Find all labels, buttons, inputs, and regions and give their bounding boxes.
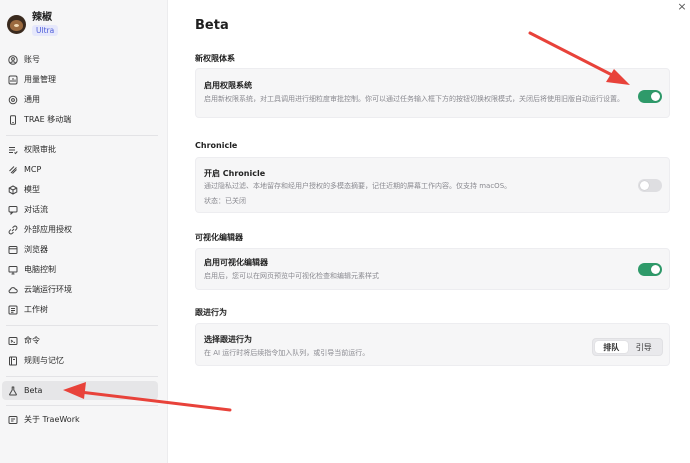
usage-icon bbox=[8, 75, 18, 85]
avatar bbox=[7, 14, 26, 34]
option-steer[interactable]: 引导 bbox=[628, 341, 661, 353]
sidebar-item-label: 命令 bbox=[24, 336, 40, 345]
permission-system-card: 启用权限系统 启用新权限系统，对工具调用进行细粒度审批控制。你可以通过任务输入框… bbox=[195, 68, 670, 118]
flask-icon bbox=[8, 386, 18, 396]
follow-up-segmented-control[interactable]: 排队 引导 bbox=[592, 338, 663, 356]
sidebar-item-label: 云端运行环境 bbox=[24, 285, 72, 294]
sidebar-item-computer-control[interactable]: 电脑控制 bbox=[2, 260, 158, 279]
sidebar-item-label: 电脑控制 bbox=[24, 265, 56, 274]
username: 辣椒 bbox=[32, 12, 52, 23]
visual-editor-card: 启用可视化编辑器 启用后，您可以在网页预览中可视化检查和编辑元素样式 bbox=[195, 248, 670, 290]
sidebar-item-label: 账号 bbox=[24, 55, 40, 64]
divider bbox=[6, 135, 158, 136]
section-title: 跟进行为 bbox=[195, 308, 227, 317]
sidebar-item-worktree[interactable]: 工作树 bbox=[2, 300, 158, 319]
monitor-icon bbox=[8, 265, 18, 275]
sidebar-item-label: 通用 bbox=[24, 95, 40, 104]
card-title: 选择跟进行为 bbox=[204, 335, 252, 344]
sidebar-item-permissions[interactable]: 权限审批 bbox=[2, 140, 158, 159]
sidebar-item-beta[interactable]: Beta bbox=[2, 381, 158, 400]
sidebar-item-commands[interactable]: 命令 bbox=[2, 331, 158, 350]
section-title: Chronicle bbox=[195, 141, 238, 150]
sidebar-item-label: 用量管理 bbox=[24, 75, 56, 84]
tree-icon bbox=[8, 305, 18, 315]
sidebar-item-about[interactable]: 关于 TraeWork bbox=[2, 410, 158, 429]
divider bbox=[6, 405, 158, 406]
option-queue[interactable]: 排队 bbox=[595, 341, 628, 353]
gear-icon bbox=[8, 95, 18, 105]
browser-icon bbox=[8, 245, 18, 255]
sidebar-item-mcp[interactable]: MCP bbox=[2, 160, 158, 179]
chronicle-card: 开启 Chronicle 通过隐私过滤、本地留存和经用户授权的多模态摘要，记住近… bbox=[195, 157, 670, 213]
sidebar-item-label: 关于 TraeWork bbox=[24, 415, 80, 424]
sidebar-item-label: Beta bbox=[24, 386, 43, 395]
sidebar-item-account[interactable]: 账号 bbox=[2, 50, 158, 69]
visual-editor-toggle[interactable] bbox=[638, 263, 662, 276]
cloud-icon bbox=[8, 285, 18, 295]
sidebar-item-usage[interactable]: 用量管理 bbox=[2, 70, 158, 89]
card-description: 通过隐私过滤、本地留存和经用户授权的多模态摘要，记住近期的屏幕工作内容。仅支持 … bbox=[204, 182, 512, 190]
sidebar-item-label: 规则与记忆 bbox=[24, 356, 64, 365]
card-description: 启用后，您可以在网页预览中可视化检查和编辑元素样式 bbox=[204, 272, 379, 280]
sidebar-item-label: 外部应用授权 bbox=[24, 225, 72, 234]
sidebar-item-label: 对话流 bbox=[24, 205, 48, 214]
link-icon bbox=[8, 225, 18, 235]
chronicle-toggle[interactable] bbox=[638, 179, 662, 192]
sidebar-item-models[interactable]: 模型 bbox=[2, 180, 158, 199]
sidebar-item-label: 权限审批 bbox=[24, 145, 56, 154]
cube-icon bbox=[8, 184, 18, 195]
card-title: 启用权限系统 bbox=[204, 81, 252, 90]
sidebar-item-label: 浏览器 bbox=[24, 245, 48, 254]
divider bbox=[6, 325, 158, 326]
mcp-icon bbox=[8, 165, 18, 175]
sidebar-item-label: TRAE 移动端 bbox=[24, 115, 72, 124]
sidebar-item-mobile[interactable]: TRAE 移动端 bbox=[2, 110, 158, 129]
sidebar-item-label: 模型 bbox=[24, 185, 40, 194]
permission-system-toggle[interactable] bbox=[638, 90, 662, 103]
close-button[interactable]: × bbox=[676, 1, 688, 13]
profile[interactable]: 辣椒 Ultra bbox=[7, 12, 59, 36]
card-description: 启用新权限系统，对工具调用进行细粒度审批控制。你可以通过任务输入框下方的按钮切换… bbox=[204, 95, 624, 103]
plan-badge: Ultra bbox=[32, 25, 59, 36]
sidebar-item-general[interactable]: 通用 bbox=[2, 90, 158, 109]
mobile-icon bbox=[8, 114, 18, 125]
card-title: 启用可视化编辑器 bbox=[204, 258, 268, 267]
card-title: 开启 Chronicle bbox=[204, 169, 266, 178]
user-icon bbox=[8, 54, 18, 65]
sidebar-item-rules-memory[interactable]: 规则与记忆 bbox=[2, 351, 158, 370]
section-title: 新权限体系 bbox=[195, 54, 235, 63]
sidebar: 辣椒 Ultra 账号 用量管理 通用 TRAE 移动端 权限审批 MCP 模型… bbox=[0, 0, 168, 463]
sidebar-item-cloud-env[interactable]: 云端运行环境 bbox=[2, 280, 158, 299]
info-icon bbox=[8, 415, 18, 425]
sidebar-item-browser[interactable]: 浏览器 bbox=[2, 240, 158, 259]
chat-flow-icon bbox=[8, 205, 18, 215]
card-description: 在 AI 运行时将后续指令加入队列，或引导当前运行。 bbox=[204, 349, 370, 357]
book-icon bbox=[8, 356, 18, 366]
page-title: Beta bbox=[195, 18, 229, 33]
chronicle-status: 状态：已关闭 bbox=[204, 197, 246, 205]
sidebar-item-label: 工作树 bbox=[24, 305, 48, 314]
sidebar-item-external-auth[interactable]: 外部应用授权 bbox=[2, 220, 158, 239]
sidebar-item-label: MCP bbox=[24, 165, 42, 174]
terminal-icon bbox=[8, 336, 18, 346]
section-title: 可视化编辑器 bbox=[195, 233, 243, 242]
follow-up-card: 选择跟进行为 在 AI 运行时将后续指令加入队列，或引导当前运行。 排队 引导 bbox=[195, 323, 670, 366]
list-check-icon bbox=[8, 145, 18, 155]
sidebar-item-chat-flow[interactable]: 对话流 bbox=[2, 200, 158, 219]
divider bbox=[6, 376, 158, 377]
